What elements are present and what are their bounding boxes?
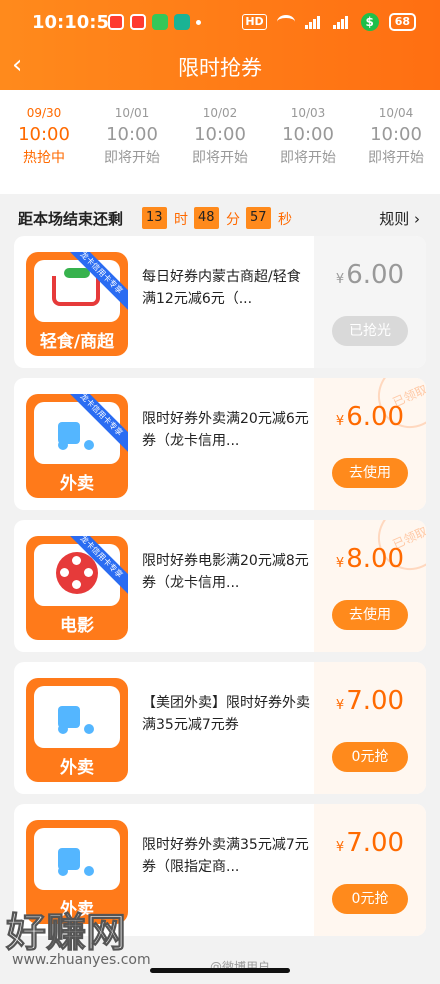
tab-time: 10:00 [194,124,246,145]
message-icon [152,14,168,30]
coupon-description: 限时好券电影满20元减8元券（龙卡信用... [142,553,309,591]
coupon-price-panel: ¥7.00 0元抢 [314,804,426,936]
tab-status: 即将开始 [192,150,248,166]
app-header: 10:10:59 HD $ 68 ‹ 限时抢券 [0,0,440,90]
page-title: 限时抢券 [178,56,262,80]
coupon-price: ¥8.00 [314,544,426,574]
coupon-category: 外卖 [60,474,94,494]
icon-background [34,686,120,748]
coupon-price-panel: 已领取 ¥6.00 去使用 [314,378,426,510]
coupon-price: ¥7.00 [314,686,426,716]
watermark-logo: 好赚网 [6,910,127,957]
notification-icons [108,14,201,30]
use-coupon-button[interactable]: 去使用 [332,458,408,488]
tab-date: 10/02 [202,106,238,120]
countdown-hours: 13 [142,207,167,229]
wifi-icon [276,15,295,29]
currency-symbol: ¥ [335,840,345,855]
date-tab[interactable]: 10/04 10:00 即将开始 [352,106,440,167]
countdown-seconds: 57 [246,207,271,229]
app-notification-icon [108,14,124,30]
coupon-price: ¥6.00 [314,402,426,432]
signal-icon [332,15,351,29]
coupon-card[interactable]: 电影 龙卡信用卡专享 限时好券电影满20元减8元券（龙卡信用... 已领取 ¥8… [14,520,426,652]
coupon-category: 电影 [60,616,94,636]
price-value: 7.00 [346,686,405,716]
use-coupon-button[interactable]: 去使用 [332,600,408,630]
coupon-card[interactable]: 外卖 龙卡信用卡专享 限时好券外卖满20元减6元券（龙卡信用... 已领取 ¥6… [14,378,426,510]
price-value: 8.00 [346,544,405,574]
coupon-price-panel: 已领取 ¥8.00 去使用 [314,520,426,652]
countdown-minutes: 48 [194,207,219,229]
coupon-price: ¥6.00 [314,260,426,290]
price-value: 7.00 [346,828,405,858]
grab-coupon-button[interactable]: 0元抢 [332,742,408,772]
more-dot-icon [196,20,201,25]
coupon-category: 轻食/商超 [39,332,115,352]
price-value: 6.00 [346,260,405,290]
home-indicator[interactable] [150,968,290,973]
tab-status: 即将开始 [368,150,424,166]
sold-out-button[interactable]: 已抢光 [332,316,408,346]
watermark-url: www.zhuanyes.com [12,952,151,968]
currency-symbol: ¥ [335,414,345,429]
tab-date: 10/01 [114,106,150,120]
coupon-price-panel: ¥6.00 已抢光 [314,236,426,368]
scooter-icon [58,698,96,734]
icon-background [34,828,120,890]
countdown-row: 距本场结束还剩 13 时 48 分 57 秒 规则 › [0,200,440,234]
coupon-icon: 轻食/商超 龙卡信用卡专享 [26,252,128,356]
signal-icon [304,15,323,29]
tab-date: 10/04 [378,106,414,120]
hours-unit: 时 [174,212,188,228]
coupon-description: 每日好券内蒙古商超/轻食满12元减6元（... [142,269,301,307]
date-tabs: 09/30 10:00 热抢中 10/01 10:00 即将开始 10/02 1… [0,90,440,194]
coupon-description: 限时好券外卖满35元减7元券（限指定商... [142,837,309,875]
date-tab[interactable]: 10/03 10:00 即将开始 [264,106,352,167]
coupon-price: ¥7.00 [314,828,426,858]
scooter-icon [58,414,96,450]
coupon-icon: 电影 龙卡信用卡专享 [26,536,128,640]
battery-icon: 68 [388,13,416,31]
status-bar: 10:10:59 HD $ 68 [0,0,440,40]
date-tab[interactable]: 09/30 10:00 热抢中 [0,106,88,167]
coupon-card[interactable]: 轻食/商超 龙卡信用卡专享 每日好券内蒙古商超/轻食满12元减6元（... ¥6… [14,236,426,368]
status-right: HD $ 68 [242,13,416,31]
tab-date: 10/03 [290,106,326,120]
dollar-icon: $ [360,13,379,31]
tab-date: 09/30 [26,106,62,120]
coupon-description: 【美团外卖】限时好券外卖满35元减7元券 [142,695,310,733]
coupon-category: 外卖 [60,758,94,778]
tab-time: 10:00 [282,124,334,145]
coupon-icon: 外卖 [26,678,128,782]
date-tab[interactable]: 10/02 10:00 即将开始 [176,106,264,167]
grab-coupon-button[interactable]: 0元抢 [332,884,408,914]
date-tab[interactable]: 10/01 10:00 即将开始 [88,106,176,167]
tab-time: 10:00 [18,124,70,145]
app-notification-icon [130,14,146,30]
tab-status: 即将开始 [280,150,336,166]
price-value: 6.00 [346,402,405,432]
coupon-card[interactable]: 外卖 【美团外卖】限时好券外卖满35元减7元券 ¥7.00 0元抢 [14,662,426,794]
currency-symbol: ¥ [335,698,345,713]
currency-symbol: ¥ [335,556,345,571]
cart-icon [52,276,100,306]
currency-symbol: ¥ [335,272,345,287]
coupon-description: 限时好券外卖满20元减6元券（龙卡信用... [142,411,309,449]
hd-icon: HD [242,14,267,30]
minutes-unit: 分 [226,212,240,228]
tab-time: 10:00 [370,124,422,145]
tab-status: 热抢中 [23,150,65,166]
coupon-price-panel: ¥7.00 0元抢 [314,662,426,794]
rules-link[interactable]: 规则 › [379,208,420,229]
countdown-label: 距本场结束还剩 [18,210,124,228]
scooter-icon [58,840,96,876]
coupon-icon: 外卖 龙卡信用卡专享 [26,394,128,498]
app-notification-icon [174,14,190,30]
tab-time: 10:00 [106,124,158,145]
tab-status: 即将开始 [104,150,160,166]
seconds-unit: 秒 [278,212,292,228]
